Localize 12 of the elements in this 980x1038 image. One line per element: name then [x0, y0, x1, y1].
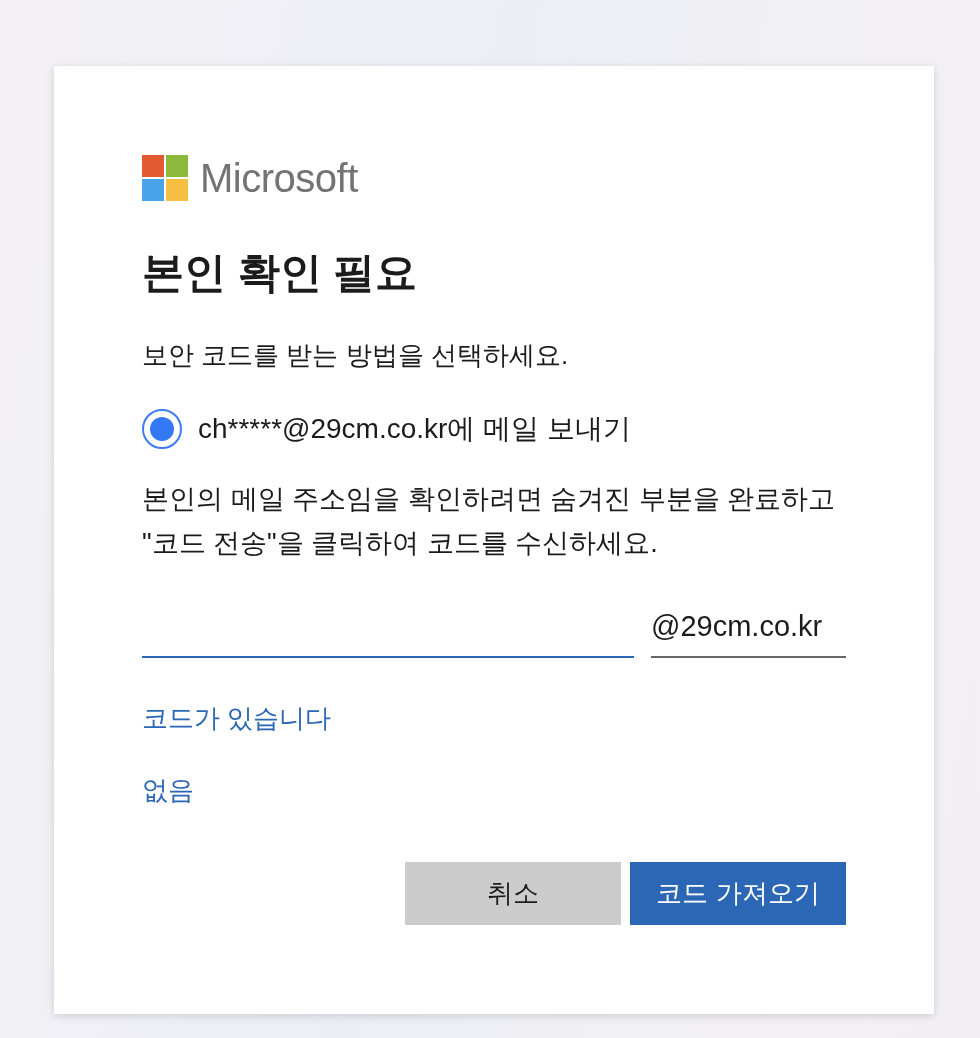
- four-squares-logo-icon: [142, 155, 188, 201]
- instruction-text: 본인의 메일 주소임을 확인하려면 숨겨진 부분을 완료하고 "코드 전송"을 클릭하여 코드를 수신하세요.: [142, 483, 836, 560]
- dialog-title: 본인 확인 필요: [142, 248, 418, 298]
- secondary-button[interactable]: 취소: [405, 862, 621, 925]
- radio-button[interactable]: [142, 409, 182, 449]
- text-link[interactable]: 없음: [142, 772, 194, 808]
- domain-suffix: @29cm.co.kr: [651, 602, 846, 658]
- logo-wordmark: Microsoft: [200, 155, 358, 202]
- text-link[interactable]: 코드가 있습니다: [142, 700, 332, 736]
- primary-button[interactable]: 코드 가져오기: [630, 862, 846, 925]
- subtitle-text: 보안 코드를 받는 방법을 선택하세요.: [142, 339, 569, 372]
- radio-label[interactable]: ch*****@29cm.co.kr에 메일 보내기: [198, 410, 631, 448]
